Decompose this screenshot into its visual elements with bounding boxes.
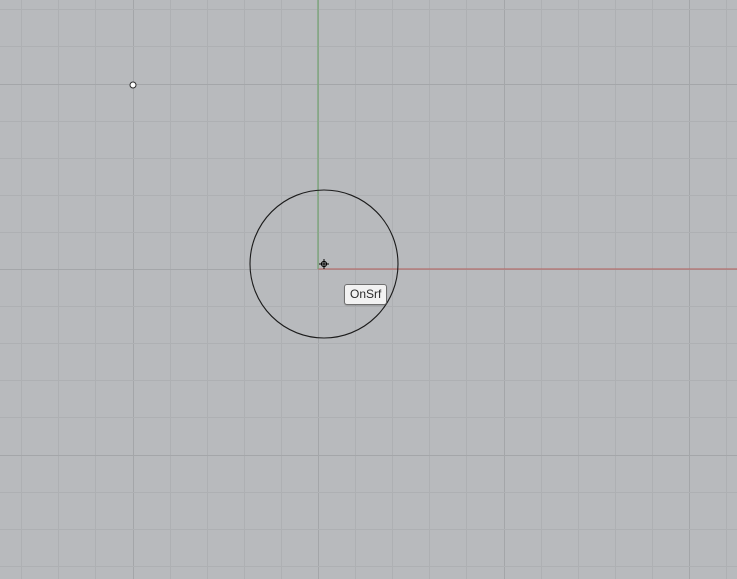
point-object-icon[interactable] xyxy=(129,81,137,89)
osnap-tooltip-label: OnSrf xyxy=(350,287,382,301)
crosshair-icon xyxy=(319,259,329,269)
viewport-canvas[interactable]: OnSrf xyxy=(0,0,737,579)
osnap-tooltip: OnSrf xyxy=(344,284,388,305)
